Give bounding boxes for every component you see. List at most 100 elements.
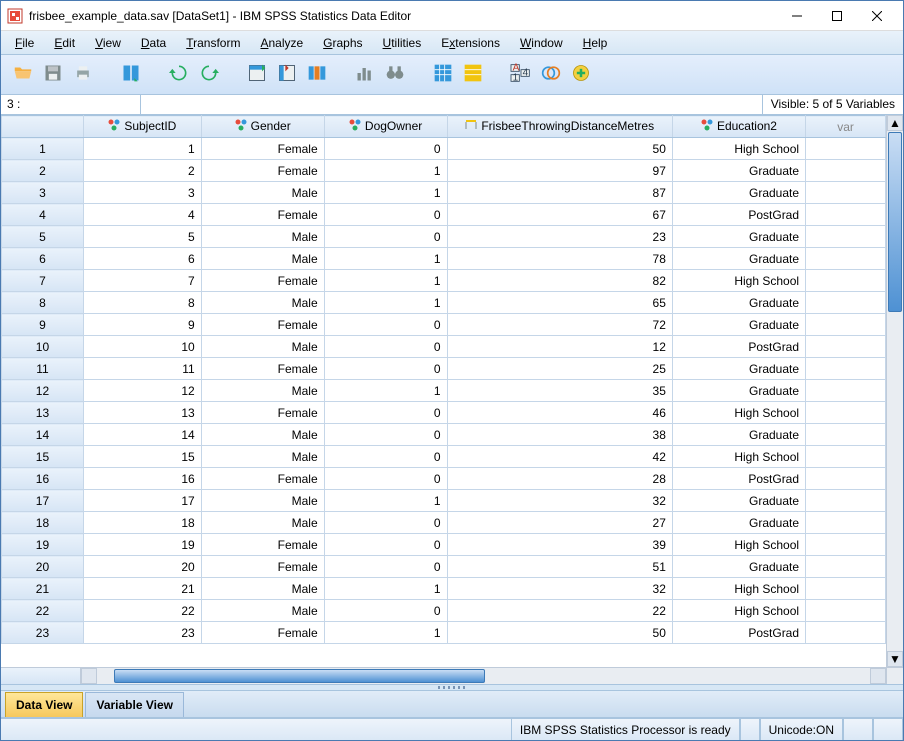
cell[interactable]: High School (672, 578, 805, 600)
cell[interactable]: High School (672, 534, 805, 556)
cell[interactable]: 15 (83, 446, 201, 468)
minimize-button[interactable] (777, 2, 817, 30)
row-header[interactable]: 14 (2, 424, 84, 446)
table-row[interactable]: 77Female182High School (2, 270, 886, 292)
table-row[interactable]: 2020Female051Graduate (2, 556, 886, 578)
menu-transform[interactable]: Transform (176, 33, 250, 53)
cell[interactable]: Graduate (672, 292, 805, 314)
row-header[interactable]: 11 (2, 358, 84, 380)
recall-dialog-button[interactable] (117, 59, 145, 91)
cell[interactable]: Male (201, 182, 324, 204)
cell-empty[interactable] (806, 204, 886, 226)
cell[interactable]: 17 (83, 490, 201, 512)
cell[interactable]: 0 (324, 424, 447, 446)
cell[interactable]: Male (201, 380, 324, 402)
cell[interactable]: Male (201, 512, 324, 534)
row-header[interactable]: 17 (2, 490, 84, 512)
scroll-left-arrow[interactable] (81, 668, 97, 684)
column-header-empty[interactable]: var (806, 116, 886, 138)
redo-button[interactable] (195, 59, 223, 91)
cell[interactable]: 72 (447, 314, 672, 336)
cell-empty[interactable] (806, 468, 886, 490)
table-row[interactable]: 1414Male038Graduate (2, 424, 886, 446)
cell[interactable]: Female (201, 314, 324, 336)
table-row[interactable]: 66Male178Graduate (2, 248, 886, 270)
cell[interactable]: 12 (83, 380, 201, 402)
column-header-subjectid[interactable]: SubjectID (83, 116, 201, 138)
cell-empty[interactable] (806, 512, 886, 534)
row-header[interactable]: 6 (2, 248, 84, 270)
cell[interactable]: Graduate (672, 380, 805, 402)
row-header[interactable]: 1 (2, 138, 84, 160)
table-row[interactable]: 44Female067PostGrad (2, 204, 886, 226)
table-row[interactable]: 1111Female025Graduate (2, 358, 886, 380)
cell[interactable]: 0 (324, 600, 447, 622)
cell[interactable]: Female (201, 468, 324, 490)
cell[interactable]: Graduate (672, 182, 805, 204)
cell-empty[interactable] (806, 248, 886, 270)
cell[interactable]: Female (201, 160, 324, 182)
row-header[interactable]: 22 (2, 600, 84, 622)
cell[interactable]: Male (201, 578, 324, 600)
run-descriptives-button[interactable] (351, 59, 379, 91)
cell[interactable]: 87 (447, 182, 672, 204)
cell[interactable]: 0 (324, 226, 447, 248)
cell[interactable]: Male (201, 446, 324, 468)
tab-data-view[interactable]: Data View (5, 692, 83, 717)
menu-file[interactable]: File (5, 33, 44, 53)
cell[interactable]: Female (201, 204, 324, 226)
cell-editor[interactable] (141, 95, 763, 114)
cell[interactable]: 0 (324, 358, 447, 380)
cell[interactable]: High School (672, 138, 805, 160)
table-row[interactable]: 11Female050High School (2, 138, 886, 160)
cell[interactable]: 16 (83, 468, 201, 490)
cell[interactable]: 9 (83, 314, 201, 336)
cell[interactable]: Female (201, 138, 324, 160)
cell-empty[interactable] (806, 138, 886, 160)
cell-empty[interactable] (806, 424, 886, 446)
row-header[interactable]: 8 (2, 292, 84, 314)
row-header[interactable]: 13 (2, 402, 84, 424)
menu-edit[interactable]: Edit (44, 33, 85, 53)
cell[interactable]: High School (672, 402, 805, 424)
cell[interactable]: Graduate (672, 556, 805, 578)
cell[interactable]: 38 (447, 424, 672, 446)
cell[interactable]: 28 (447, 468, 672, 490)
find-button[interactable] (381, 59, 409, 91)
cell[interactable]: 1 (324, 490, 447, 512)
cell[interactable]: Graduate (672, 314, 805, 336)
scroll-down-arrow[interactable]: ▼ (887, 651, 903, 667)
cell[interactable]: 50 (447, 138, 672, 160)
cell[interactable]: Graduate (672, 512, 805, 534)
cell[interactable]: Male (201, 424, 324, 446)
cell[interactable]: High School (672, 270, 805, 292)
cell[interactable]: 1 (324, 292, 447, 314)
cell[interactable]: 23 (83, 622, 201, 644)
cell[interactable]: PostGrad (672, 468, 805, 490)
table-row[interactable]: 2323Female150PostGrad (2, 622, 886, 644)
cell[interactable]: Graduate (672, 226, 805, 248)
cell[interactable]: 0 (324, 534, 447, 556)
row-header[interactable]: 21 (2, 578, 84, 600)
cell[interactable]: 12 (447, 336, 672, 358)
cell[interactable]: 65 (447, 292, 672, 314)
cell[interactable]: 1 (324, 160, 447, 182)
cell[interactable]: 0 (324, 204, 447, 226)
cell[interactable]: 32 (447, 578, 672, 600)
row-header[interactable]: 20 (2, 556, 84, 578)
cell[interactable]: 8 (83, 292, 201, 314)
cell-empty[interactable] (806, 534, 886, 556)
menu-extensions[interactable]: Extensions (431, 33, 510, 53)
row-header[interactable]: 9 (2, 314, 84, 336)
cell[interactable]: 0 (324, 512, 447, 534)
menu-data[interactable]: Data (131, 33, 176, 53)
scroll-right-arrow[interactable] (870, 668, 886, 684)
cell[interactable]: 25 (447, 358, 672, 380)
cell-empty[interactable] (806, 600, 886, 622)
column-header-dogowner[interactable]: DogOwner (324, 116, 447, 138)
menu-help[interactable]: Help (573, 33, 618, 53)
cell[interactable]: Female (201, 556, 324, 578)
cell[interactable]: Graduate (672, 424, 805, 446)
cell-empty[interactable] (806, 402, 886, 424)
cell[interactable]: High School (672, 600, 805, 622)
